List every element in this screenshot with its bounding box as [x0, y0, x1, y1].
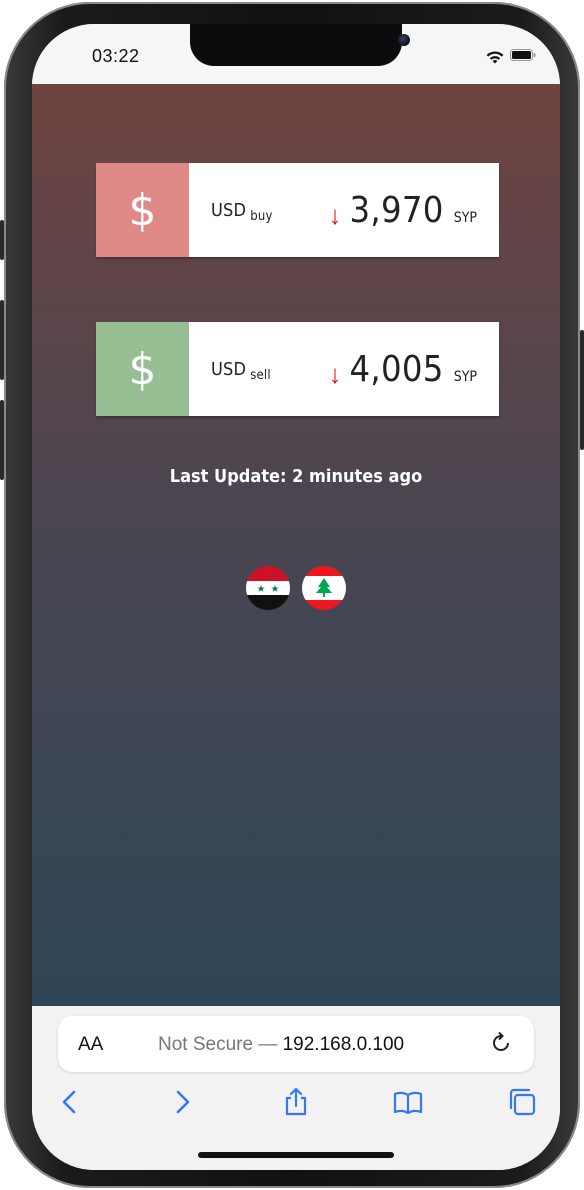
phone-frame: 03:22 $ USD buy ↓ 3,970 SYP $ USD sell ↓…	[4, 2, 580, 1188]
flag-switcher	[32, 566, 560, 610]
card-label: USD sell	[211, 358, 271, 383]
usd-buy-card: $ USD buy ↓ 3,970 SYP	[96, 163, 499, 257]
power-button	[580, 330, 584, 450]
battery-icon	[510, 49, 536, 61]
url-host: 192.168.0.100	[282, 1034, 405, 1055]
address-bar[interactable]: AA Not Secure — 192.168.0.100	[58, 1016, 534, 1072]
rate-unit: SYP	[453, 368, 477, 385]
web-content: $ USDbuy ↓ 3,970 SYP $ USDsell ↓ 4,005	[32, 84, 560, 1006]
rate-value-group: ↓ 4,005 SYP	[329, 349, 478, 390]
forward-icon[interactable]	[166, 1086, 198, 1118]
usd-sell-card: $ USD sell ↓ 4,005 SYP	[96, 322, 499, 416]
lebanon-flag-icon[interactable]	[302, 566, 346, 610]
url-display[interactable]: Not Secure — 192.168.0.100	[158, 1034, 404, 1056]
card-label: USD buy	[211, 199, 273, 224]
dollar-icon: $	[96, 163, 189, 257]
tabs-icon[interactable]	[506, 1086, 538, 1118]
currency-code: USD	[211, 199, 247, 221]
notch	[190, 24, 410, 66]
syria-flag-icon[interactable]	[246, 566, 290, 610]
rate-unit: SYP	[453, 209, 477, 226]
rate-type: buy	[250, 208, 273, 224]
reload-icon[interactable]	[488, 1030, 514, 1056]
home-indicator[interactable]	[198, 1152, 394, 1158]
security-status: Not Secure —	[158, 1034, 278, 1055]
browser-toolbar	[32, 1086, 560, 1126]
rate-type: sell	[250, 367, 271, 383]
phone-screen: 03:22 $ USD buy ↓ 3,970 SYP $ USD sell ↓…	[32, 24, 560, 1170]
arrow-down-icon: ↓	[328, 358, 342, 389]
status-time: 03:22	[92, 46, 140, 66]
camera-icon	[398, 34, 410, 46]
wifi-icon	[486, 51, 504, 64]
currency-code: USD	[211, 358, 247, 380]
bookmarks-icon[interactable]	[392, 1086, 424, 1118]
last-update-text: Last Update: 2 minutes ago	[169, 466, 423, 487]
status-bar: 03:22	[32, 24, 560, 84]
rate-value: 3,970	[349, 189, 444, 231]
dollar-icon: $	[96, 322, 189, 416]
rate-value-group: ↓ 3,970 SYP	[329, 190, 478, 231]
text-size-button[interactable]: AA	[78, 1034, 103, 1056]
arrow-down-icon: ↓	[328, 199, 342, 230]
back-icon[interactable]	[54, 1086, 86, 1118]
browser-bottom-bar: AA Not Secure — 192.168.0.100	[32, 1006, 560, 1170]
rate-value: 4,005	[349, 348, 444, 390]
share-icon[interactable]	[280, 1086, 312, 1118]
